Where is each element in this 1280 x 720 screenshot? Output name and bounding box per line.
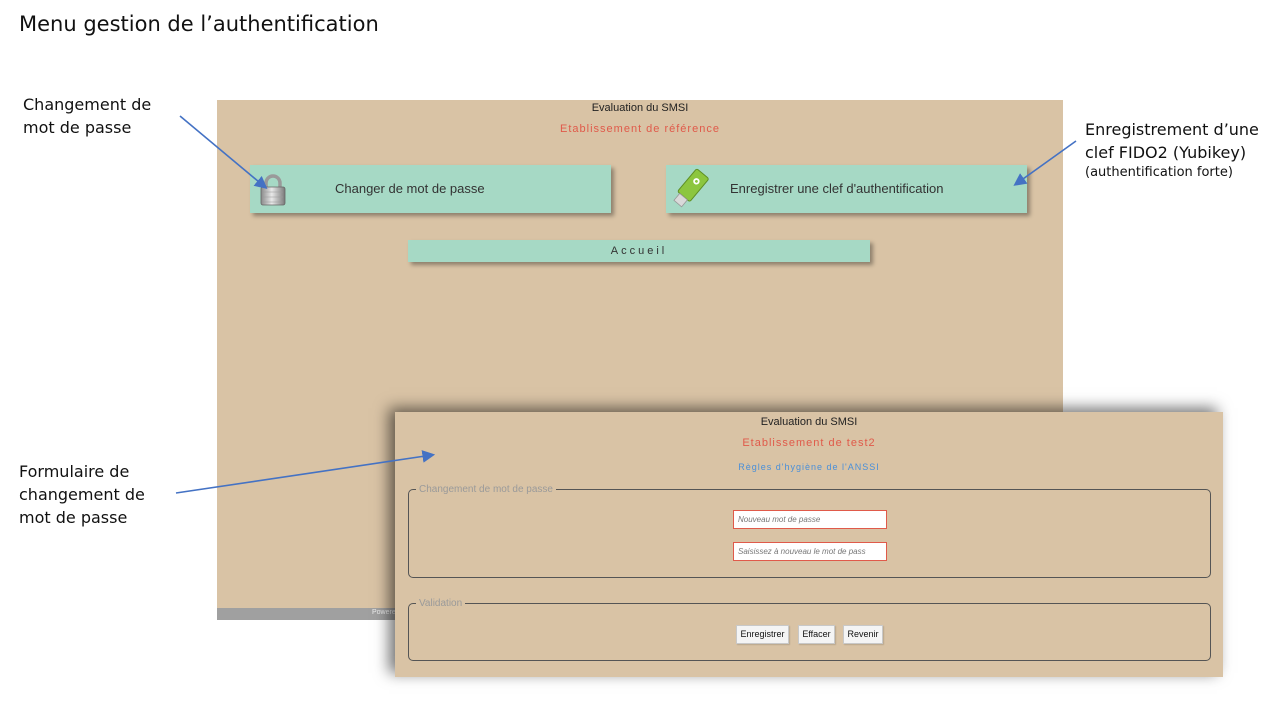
callout-line: mot de passe [23,118,132,137]
password-fieldset: Changement de mot de passe [408,484,1211,578]
establishment-name: Etablissement de référence [560,123,720,135]
anssi-rules-link[interactable]: Règles d'hygiène de l'ANSSI [395,462,1223,472]
callout-line: clef FIDO2 (Yubikey) [1085,143,1247,162]
change-password-label: Changer de mot de passe [335,181,485,196]
callout-password-change: Changement de mot de passe [23,93,151,139]
callout-form: Formulaire de changement de mot de passe [19,460,145,529]
callout-line: Changement de [23,95,152,114]
clear-button[interactable]: Effacer [798,625,835,644]
callout-line: changement de [19,485,145,504]
confirm-password-input[interactable]: Saisissez à nouveau le mot de pass [733,542,887,561]
footer-text: Powere [372,609,396,616]
save-button[interactable]: Enregistrer [736,625,789,644]
callout-line: Formulaire de [19,462,130,481]
app-title: Evaluation du SMSI [591,102,689,114]
callout-fido-key: Enregistrement d’une clef FIDO2 (Yubikey… [1085,118,1259,182]
usb-key-icon [673,168,709,208]
app-title: Evaluation du SMSI [760,416,858,428]
callout-note: (authentification forte) [1085,165,1233,180]
register-key-label: Enregistrer une clef d'authentification [730,181,944,196]
new-password-input[interactable]: Nouveau mot de passe [733,510,887,529]
back-button[interactable]: Revenir [843,625,883,644]
slide-title: Menu gestion de l’authentification [19,12,379,36]
password-fieldset-legend: Changement de mot de passe [419,484,553,495]
password-form-screenshot: Evaluation du SMSI Etablissement de test… [395,412,1223,677]
callout-line: Enregistrement d’une [1085,120,1259,139]
padlock-icon [260,174,286,206]
change-password-tile[interactable]: Changer de mot de passe [250,165,611,213]
establishment-name: Etablissement de test2 [742,437,876,449]
validation-fieldset-legend: Validation [419,598,463,609]
callout-line: mot de passe [19,508,128,527]
register-key-tile[interactable]: Enregistrer une clef d'authentification [666,165,1027,213]
home-button[interactable]: Accueil [408,240,870,262]
